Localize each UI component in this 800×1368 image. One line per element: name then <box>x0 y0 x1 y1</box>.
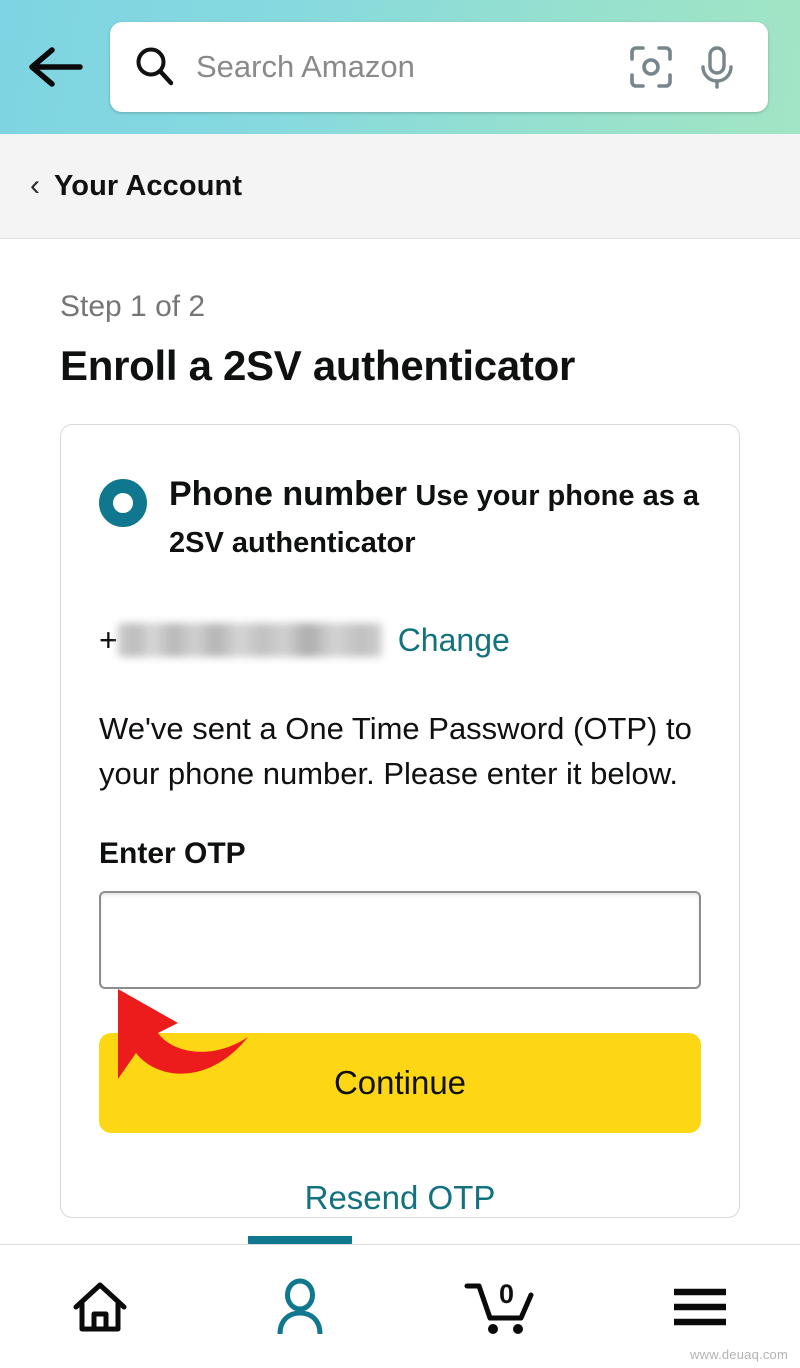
authenticator-option-card: Phone number Use your phone as a 2SV aut… <box>60 424 740 1218</box>
option-text: Phone number Use your phone as a 2SV aut… <box>169 465 701 566</box>
phone-number-row: + Change <box>99 622 701 659</box>
radio-phone-number[interactable] <box>99 479 147 528</box>
home-icon <box>73 1282 127 1332</box>
search-bar[interactable] <box>110 22 768 112</box>
nav-item-account[interactable] <box>200 1245 400 1368</box>
hamburger-menu-icon <box>674 1288 726 1326</box>
microphone-icon[interactable] <box>684 34 750 100</box>
otp-input[interactable] <box>99 890 701 989</box>
search-input[interactable] <box>178 49 618 85</box>
cart-count-badge: 0 <box>499 1279 515 1309</box>
breadcrumb[interactable]: ‹ Your Account <box>0 134 800 239</box>
page-body: Step 1 of 2 Enroll a 2SV authenticator P… <box>0 240 800 1218</box>
person-icon <box>277 1278 323 1335</box>
phone-number-option[interactable]: Phone number Use your phone as a 2SV aut… <box>99 465 701 566</box>
phone-number-masked <box>117 623 382 658</box>
change-phone-link[interactable]: Change <box>398 622 510 659</box>
nav-item-home[interactable] <box>0 1245 200 1368</box>
camera-scan-icon[interactable] <box>618 34 684 100</box>
chevron-left-icon: ‹ <box>30 169 40 202</box>
app-screen: ‹ Your Account Step 1 of 2 Enroll a 2SV … <box>0 0 800 1368</box>
step-indicator: Step 1 of 2 <box>60 290 206 323</box>
nav-item-cart[interactable]: 0 <box>400 1245 600 1368</box>
otp-instructions: We've sent a One Time Password (OTP) to … <box>99 710 692 791</box>
bottom-nav: 0 <box>0 1244 800 1368</box>
otp-field-label: Enter OTP <box>99 836 246 870</box>
phone-prefix: + <box>99 621 118 658</box>
site-watermark: www.deuaq.com <box>690 1347 788 1362</box>
option-title: Phone number <box>169 475 408 514</box>
breadcrumb-label: Your Account <box>54 169 243 202</box>
resend-otp-row: Resend OTP <box>99 1179 701 1217</box>
arrow-left-icon <box>29 47 83 87</box>
page-title: Enroll a 2SV authenticator <box>60 342 575 389</box>
search-icon <box>132 45 178 89</box>
continue-button[interactable]: Continue <box>99 1032 701 1133</box>
app-header <box>0 0 800 134</box>
resend-otp-link[interactable]: Resend OTP <box>305 1179 496 1216</box>
back-button[interactable] <box>0 0 110 134</box>
